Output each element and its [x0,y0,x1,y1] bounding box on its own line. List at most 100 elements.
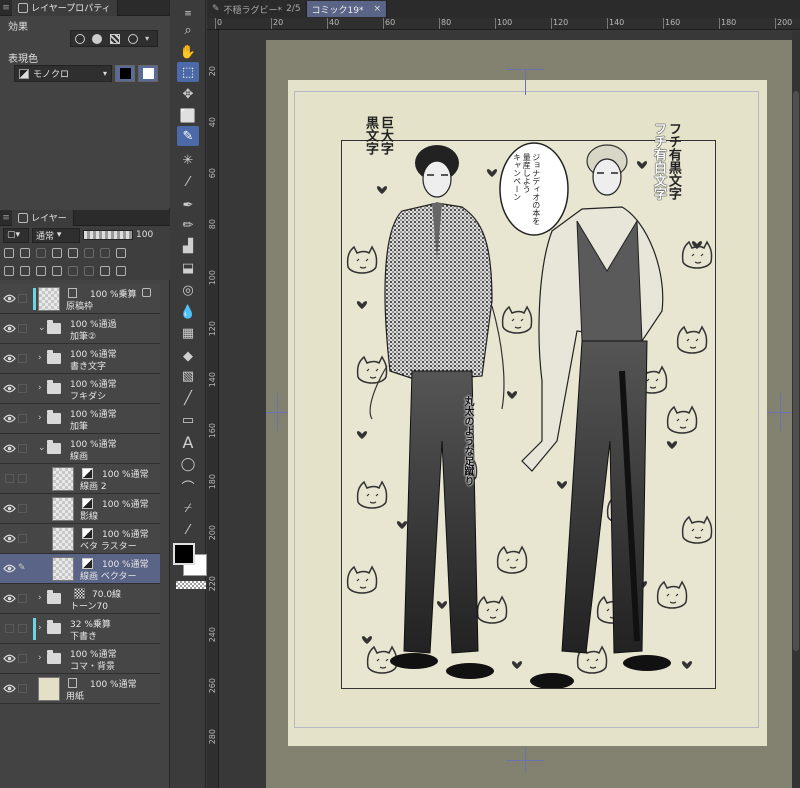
new-vector-layer-icon[interactable] [36,266,46,276]
hand-tool-icon[interactable]: ✋ [177,42,199,62]
border-effect-icon[interactable] [74,33,85,44]
layer-row[interactable]: 100 %通常 用紙 [0,674,160,704]
selection-tool-icon[interactable]: ⬜ [177,106,199,126]
trash-icon[interactable] [116,266,126,276]
chevron-right-icon[interactable]: › [38,653,42,663]
layer-row[interactable]: ✎ 100 %通常 線画 ベクター [0,554,160,584]
manuscript-page[interactable]: ジョナディオの本を 量産しよう キャンペーン 丸太のような足蹴り 巨大字 黒文字… [288,80,767,746]
layer-row[interactable]: 100 %通常 ベタ ラスター [0,524,160,554]
brush-tool-icon[interactable]: ▟ [177,236,199,256]
chevron-right-icon[interactable]: › [38,413,42,423]
lock-slot-icon[interactable] [18,504,27,513]
new-folder-icon[interactable] [52,266,62,276]
layer-row[interactable]: 100 %通常 線画 2 [0,464,160,494]
lock-slot-icon[interactable] [18,534,27,543]
lock-slot-icon[interactable] [18,444,27,453]
frame-border-tool-icon[interactable]: ▦ [177,323,199,343]
chevron-right-icon[interactable]: › [38,353,42,363]
auto-select-tool-icon[interactable]: ✎ [177,126,199,146]
mask-icon[interactable] [100,266,110,276]
layer-row[interactable]: ⌄ 100 %通常 線画 [0,434,160,464]
lock-slot-icon[interactable] [18,324,27,333]
opacity-value[interactable]: 100 [136,230,153,240]
canvas-scrollbar[interactable] [792,31,800,788]
lock-slot-icon[interactable] [18,414,27,423]
layer-color-icon[interactable] [127,33,138,44]
chevron-down-icon[interactable]: ⌄ [38,443,46,453]
doc-tab-1[interactable]: コミック19* × [306,1,388,17]
magic-wand-icon[interactable]: ✳ [177,150,199,170]
eye-icon[interactable] [3,534,16,543]
layer-row[interactable]: › 100 %通常 加筆 [0,404,160,434]
lock-slot-icon[interactable] [18,474,27,483]
eye-icon[interactable] [3,354,16,363]
eraser-tool-icon[interactable]: ⬓ [177,258,199,278]
eye-icon[interactable] [3,594,16,603]
scrollbar-thumb[interactable] [793,91,799,651]
mask-enable-icon[interactable] [84,248,94,258]
eye-icon[interactable] [3,654,16,663]
lock-transparent-icon[interactable] [68,248,78,258]
eye-icon[interactable] [3,504,16,513]
eye-icon[interactable] [3,324,16,333]
decoration-tool-icon[interactable]: ◎ [177,280,199,300]
layer-row[interactable]: › 32 %乗算 下書き [0,614,160,644]
eye-icon[interactable] [3,684,16,693]
chevron-down-icon[interactable]: ⌄ [38,323,46,333]
chevron-right-icon[interactable]: › [38,383,42,393]
chevron-down-icon[interactable]: ▾ [145,34,153,43]
eye-icon[interactable] [3,444,16,453]
manga-panel[interactable]: ジョナディオの本を 量産しよう キャンペーン 丸太のような足蹴り [341,140,716,689]
lock-slot-icon[interactable] [18,354,27,363]
eye-hidden-icon[interactable] [5,474,14,483]
balloon-tool-icon[interactable]: ◯ [177,454,199,474]
tab-layer-property[interactable]: レイヤープロパティ [12,0,118,16]
color-picker-tool-icon[interactable]: ⁄ [177,520,199,540]
canvas-workspace[interactable]: ジョナディオの本を 量産しよう キャンペーン 丸太のような足蹴り 巨大字 黒文字… [220,31,800,788]
layer-row[interactable]: › 100 %通常 コマ・背景 [0,644,160,674]
expression-color-select[interactable]: モノクロ ▾ [14,65,112,82]
clip-icon[interactable] [4,248,14,258]
black-color-chip[interactable] [115,65,135,82]
blend-mode-select[interactable]: 通常 ▾ [32,227,80,243]
fill-tool-icon[interactable]: ◆ [177,346,199,366]
gradient-tool-icon[interactable]: ▧ [177,366,199,386]
white-color-chip[interactable] [138,65,158,82]
layer-row[interactable]: 100 %通常 影線 [0,494,160,524]
eye-icon[interactable] [3,564,16,573]
speech-line-tool-icon[interactable]: ⌒ [177,476,199,496]
eye-icon[interactable] [3,294,16,303]
chevron-right-icon[interactable]: › [38,623,42,633]
layer-row[interactable]: › 70.0線 トーン70 [0,584,160,614]
panel-grip-icon[interactable]: ≡ [0,213,12,223]
move-tool-icon[interactable]: ✥ [177,84,199,104]
lock-slot-icon[interactable] [18,384,27,393]
lock-icon[interactable] [52,248,62,258]
doc-tab-0[interactable]: ✎ 不穏ラグビー* 2/5 [207,1,307,17]
line-tool-icon[interactable]: ╱ [177,388,199,408]
lock-slot-icon[interactable] [18,684,27,693]
tab-layer[interactable]: レイヤー [12,209,74,226]
pen-tool-icon[interactable]: ✒ [177,195,199,215]
merge-down-icon[interactable] [84,266,94,276]
panel-grip-icon[interactable]: ≡ [0,3,12,13]
pencil-tool-icon[interactable]: ✏ [177,215,199,235]
eye-icon[interactable] [3,414,16,423]
layer-row[interactable]: 100 %乗算 原稿枠 [0,284,160,314]
extract-line-icon[interactable] [92,33,103,44]
main-color-swatch[interactable] [173,543,195,565]
correct-line-tool-icon[interactable]: ⌿ [177,498,199,518]
layer-row[interactable]: ⌄ 100 %通過 加筆② [0,314,160,344]
lock-slot-icon[interactable] [18,654,27,663]
ruler-enable-icon[interactable] [100,248,110,258]
new-raster-layer-icon[interactable] [20,266,30,276]
zoom-tool-icon[interactable]: ⌕ [177,20,199,40]
lock-slot-icon[interactable] [18,624,27,633]
transparent-color-swatch[interactable] [176,581,206,589]
layer-color-select[interactable]: ▢▾ [3,227,29,243]
text-tool-icon[interactable]: A [177,432,199,452]
eye-icon[interactable] [3,384,16,393]
eye-hidden-icon[interactable] [5,624,14,633]
shape-tool-icon[interactable]: ▭ [177,410,199,430]
close-icon[interactable]: × [374,4,382,14]
